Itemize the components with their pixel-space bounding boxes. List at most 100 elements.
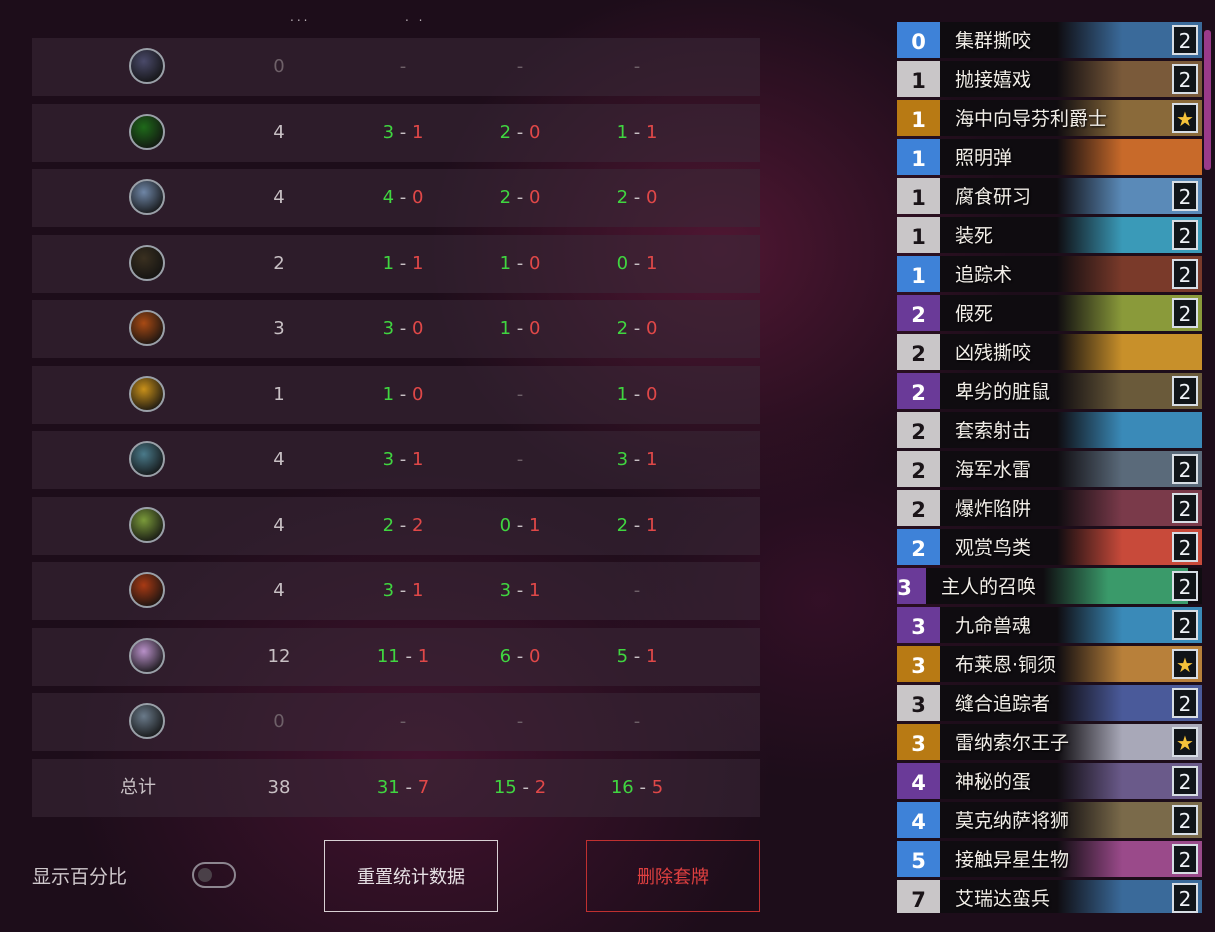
games-total: 4 [273,580,285,601]
record-second: 2 - 0 [577,300,697,358]
deck-card[interactable]: 4 莫克纳萨将狮 2 [897,802,1202,838]
stats-row-deathknight[interactable]: 0 - - - [32,693,760,751]
record-first: 0 - 1 [460,497,580,555]
stats-row-mage[interactable]: 33 - 01 - 02 - 0 [32,300,760,358]
stats-row-rogue[interactable]: 0 - - - [32,38,760,96]
wins-value: 1 [382,252,395,274]
stats-table: 0---43 - 12 - 01 - 144 - 02 - 02 - 021 -… [32,38,760,824]
card-name: 追踪术 [955,264,1013,286]
losses-value: 0 [528,318,541,339]
stats-row-warlock[interactable]: 43 - 13 - 1- [32,562,760,620]
losses-value: 1 [528,580,541,601]
losses-value: 1 [645,252,658,274]
total-label: 总计 [120,776,156,798]
deck-card[interactable]: 1 抛接嬉戏 2 [897,61,1202,97]
header-cut-text-1: ... [290,10,311,24]
stats-row-warrior[interactable]: 43 - 1-3 - 1 [32,431,760,489]
deck-card[interactable]: 3 九命兽魂 2 [897,607,1202,643]
stats-row-priest[interactable]: 12 11 - 16 - 05 - 1 [32,627,760,686]
wins-value: 0 [499,514,512,536]
losses-value: 1 [645,449,658,470]
card-name: 照明弹 [955,147,1013,169]
deck-card[interactable]: 3 缝合追踪者 2 [897,685,1202,721]
card-art [1057,334,1202,370]
deck-card[interactable]: 2 凶残撕咬 [897,334,1202,370]
record-separator: - [628,449,646,470]
games-total: 1 [273,383,285,405]
record-second: 0 - 1 [577,235,697,293]
card-count: 2 [1172,298,1198,328]
deck-card[interactable]: 7 艾瑞达蛮兵 2 [897,880,1202,913]
deck-card[interactable]: 2 爆炸陷阱 2 [897,490,1202,526]
deck-card[interactable]: 2 卑劣的脏鼠 2 [897,373,1202,409]
deck-card[interactable]: 1 追踪术 2 [897,256,1202,292]
deck-card[interactable]: 5 接触异星生物 2 [897,841,1202,877]
record-first: 2 - 0 [460,169,580,227]
record-first: - [460,431,580,489]
reset-stats-button[interactable]: 重置统计数据 [324,840,498,912]
wins-value: 4 [382,187,395,208]
deck-scrollbar[interactable] [1204,30,1211,170]
warlock-class-icon [129,572,165,608]
delete-deck-button[interactable]: 删除套牌 [586,840,760,912]
card-name: 神秘的蛋 [955,771,1032,793]
losses-value: 1 [411,252,424,274]
record-first: 2 - 0 [460,104,580,162]
card-name: 主人的召唤 [941,576,1037,598]
stats-row-paladin[interactable]: 11 - 0-1 - 0 [32,365,760,424]
card-name: 九命兽魂 [955,615,1032,637]
deck-card[interactable]: 1 装死 2 [897,217,1202,253]
wins-value: 11 [376,645,400,667]
record-separator: - [511,187,529,208]
losses-value: 1 [528,514,541,536]
record-overall: 1 - 1 [343,235,463,293]
deck-card[interactable]: 4 神秘的蛋 2 [897,763,1202,799]
record-overall: 3 - 1 [343,104,463,162]
losses-value: 1 [645,645,658,667]
deck-card[interactable]: 1 照明弹 [897,139,1202,175]
deck-card[interactable]: 0 集群撕咬 2 [897,22,1202,58]
deck-card[interactable]: 1 海中向导芬利爵士 ★ [897,100,1202,136]
card-name: 莫克纳萨将狮 [955,810,1070,832]
shaman-class-icon [129,179,165,215]
record-overall: 31 - 7 [343,759,463,817]
deck-card[interactable]: 3 雷纳索尔王子 ★ [897,724,1202,760]
games-total: 12 [267,645,291,667]
deck-card[interactable]: 2 海军水雷 2 [897,451,1202,487]
record-separator: - [511,514,529,536]
stats-row-demonhunter[interactable]: 42 - 20 - 12 - 1 [32,496,760,555]
stats-row-hunter[interactable]: 21 - 11 - 00 - 1 [32,234,760,293]
mana-cost: 1 [897,139,940,175]
show-percent-label: 显示百分比 [32,866,128,888]
mana-cost: 4 [897,763,940,799]
mana-cost: 1 [897,178,940,214]
show-percent-toggle[interactable] [192,862,236,888]
record-overall: 2 - 2 [343,497,463,555]
deck-card[interactable]: 1 腐食研习 2 [897,178,1202,214]
games-total: 4 [273,514,285,536]
deck-card[interactable]: 2 假死 2 [897,295,1202,331]
wins-value: 3 [382,580,395,601]
mana-cost: 3 [897,607,940,643]
hunter-class-icon [129,244,165,281]
wins-value: 1 [499,252,512,274]
wins-value: 3 [382,318,395,339]
record-second: - [577,38,697,96]
record-separator: - [628,252,646,274]
stats-row-druid[interactable]: 4 3 - 12 - 01 - 1 [32,103,760,162]
deck-card[interactable]: 2 观赏鸟类 2 [897,529,1202,565]
record-first: 3 - 1 [460,562,580,620]
wins-value: 6 [499,645,512,667]
card-count: 2 [1172,805,1198,835]
deck-card[interactable]: 2 套索射击 [897,412,1202,448]
record-second: 1 - 1 [577,104,697,162]
mana-cost: 1 [897,100,940,136]
no-record-dash: - [516,449,524,470]
deck-card[interactable]: 3 主人的召唤 2 [897,568,1202,604]
deck-card[interactable]: 3 布莱恩·铜须 ★ [897,646,1202,682]
wins-value: 3 [382,449,395,470]
games-total: 38 [267,776,291,798]
games-total: 4 [273,121,285,143]
record-separator: - [628,383,646,405]
stats-row-shaman[interactable]: 44 - 02 - 02 - 0 [32,169,760,227]
